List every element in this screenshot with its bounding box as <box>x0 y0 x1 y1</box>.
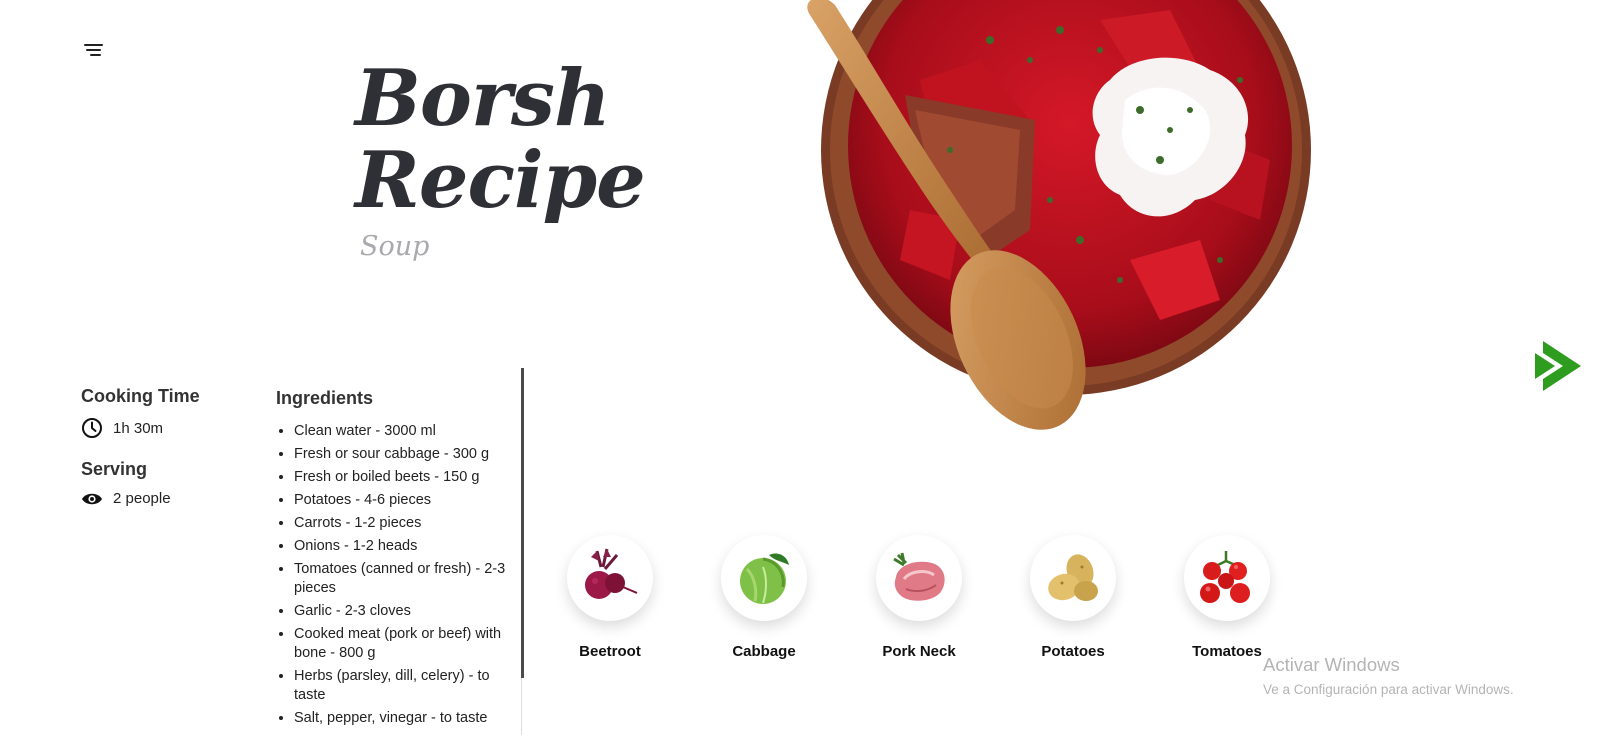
ingredients-section: Ingredients Clean water - 3000 ml Fresh … <box>276 388 514 732</box>
ingredient-item: Onions - 1-2 heads <box>294 537 514 556</box>
borsh-bowl-image <box>807 0 1311 430</box>
ingredient-card-beetroot[interactable]: Beetroot <box>555 535 665 660</box>
cooking-time-heading: Cooking Time <box>81 386 200 406</box>
scrollbar-track <box>521 678 522 735</box>
ingredient-card-cabbage[interactable]: Cabbage <box>709 535 819 660</box>
ingredient-item: Clean water - 3000 ml <box>294 422 514 441</box>
ingredient-item: Potatoes - 4-6 pieces <box>294 491 514 510</box>
ingredient-card-label: Cabbage <box>732 643 796 660</box>
ingredient-card-potatoes[interactable]: Potatoes <box>1018 535 1128 660</box>
clock-icon <box>82 418 102 438</box>
ingredient-card-label: Beetroot <box>579 643 641 660</box>
serving-heading: Serving <box>81 459 148 479</box>
recipe-page: Borsh Recipe Soup Cooking Time 1h 30m Se… <box>0 0 1600 735</box>
title-line-1: Borsh <box>355 53 611 144</box>
ingredient-card-tomatoes[interactable]: Tomatoes <box>1172 535 1282 660</box>
ingredient-card-pork-neck[interactable]: Pork Neck <box>864 535 974 660</box>
cooking-time-value: 1h 30m <box>113 419 164 437</box>
ingredient-cards: Beetroot Cabbage Pork Neck Potatoes Toma… <box>555 535 1270 665</box>
cabbage-icon <box>740 553 789 604</box>
ingredient-item: Herbs (parsley, dill, celery) - to taste <box>294 667 514 705</box>
page-subtitle: Soup <box>360 231 430 262</box>
title-line-2: Recipe <box>355 135 646 226</box>
ingredient-item: Cooked meat (pork or beef) with bone - 8… <box>294 625 514 663</box>
windows-activation-watermark: Activar Windows Ve a Configuración para … <box>1263 654 1514 697</box>
ingredient-card-label: Pork Neck <box>882 643 956 660</box>
cooking-time: 1h 30m <box>81 417 251 439</box>
chevron-double-right-icon[interactable] <box>1535 335 1583 397</box>
ingredient-item: Tomatoes (canned or fresh) - 2-3 pieces <box>294 560 514 598</box>
ingredients-heading: Ingredients <box>276 388 374 408</box>
watermark-title: Activar Windows <box>1263 654 1400 675</box>
serving: 2 people <box>81 490 251 507</box>
recipe-info: Cooking Time 1h 30m Serving 2 people <box>81 386 251 527</box>
ingredient-item: Fresh or boiled beets - 150 g <box>294 468 514 487</box>
menu-icon[interactable] <box>84 42 104 60</box>
watermark-subtitle: Ve a Configuración para activar Windows. <box>1263 682 1514 697</box>
tomatoes-icon <box>1200 551 1250 603</box>
eye-icon <box>82 493 102 504</box>
potatoes-icon <box>1048 554 1098 601</box>
scrollbar[interactable] <box>521 368 524 678</box>
pork-neck-icon <box>893 552 945 601</box>
serving-value: 2 people <box>113 490 171 507</box>
ingredient-card-label: Potatoes <box>1041 643 1105 660</box>
ingredient-item: Garlic - 2-3 cloves <box>294 602 514 621</box>
page-title: Borsh Recipe <box>355 53 646 226</box>
beetroot-icon <box>585 548 638 599</box>
ingredients-list: Clean water - 3000 ml Fresh or sour cabb… <box>276 422 514 728</box>
ingredient-item: Salt, pepper, vinegar - to taste <box>294 709 514 728</box>
ingredient-item: Carrots - 1-2 pieces <box>294 514 514 533</box>
ingredient-item: Fresh or sour cabbage - 300 g <box>294 445 514 464</box>
